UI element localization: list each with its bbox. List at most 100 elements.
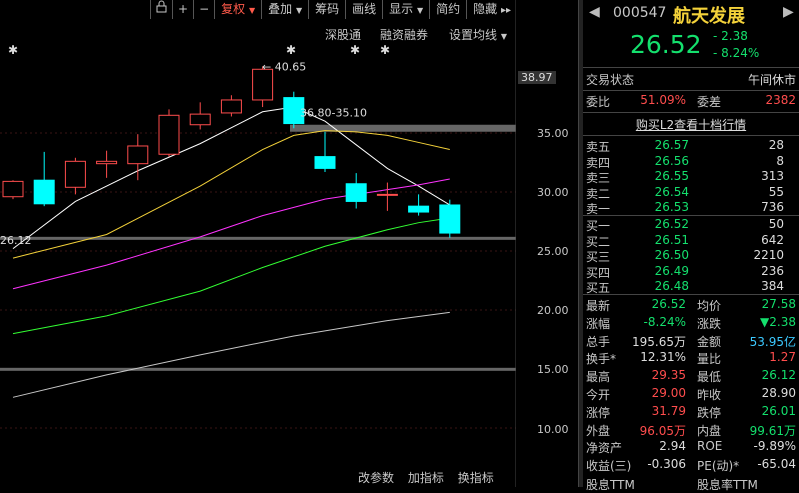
axis-tick: 20.00 [537,304,569,317]
margin-trading-link[interactable]: 融资融券 [380,26,428,43]
level-volume: 28 [768,138,784,152]
dividend-label: 股息TTM [586,478,635,492]
stat-label: 跌停 [697,405,722,420]
level-price[interactable]: 26.49 [655,264,689,278]
event-star-icon[interactable]: ✱ [286,44,296,56]
dropdown-caret-icon: ▼ [248,6,256,15]
stat-value: 27.58 [761,297,796,311]
level-price[interactable]: 26.53 [655,200,689,214]
hide-button[interactable]: 隐藏 ▸▸ [466,0,517,19]
level-price[interactable]: 26.51 [655,233,689,247]
candle-body [64,160,86,188]
edit-params-tab[interactable]: 改参数 [358,471,394,485]
level-price[interactable]: 26.55 [655,169,689,183]
trade-status-row: 交易状态 午间休市 [586,71,796,88]
dropdown-caret-icon: ▼ [295,6,303,15]
level-price[interactable]: 26.56 [655,154,689,168]
stat-label: 涨停 [586,405,611,420]
kline-chart-area[interactable]: ← 40.65 36.80-35.10 26.12 + − 复权 ▼ 叠加 ▼ 筹码… [0,0,578,487]
axis-highlight-label: 38.97 [518,71,556,84]
level-price[interactable]: 26.50 [655,248,689,262]
stat-value: -8.24% [643,314,686,329]
fuquan-button[interactable]: 复权 ▼ [214,0,261,19]
stat-label: 内盘 [697,423,722,438]
overlay-button[interactable]: 叠加 ▼ [261,0,308,19]
event-star-icon[interactable]: ✱ [350,44,360,56]
level-volume: 642 [761,232,784,247]
stat-label: 今开 [586,388,611,402]
weicha-label: 委差 [697,95,722,109]
buy-l2-link[interactable]: 购买L2查看十档行情 [636,118,746,132]
support-band [0,367,516,371]
stat-value: 12.31% [640,350,686,365]
range-annotation: 36.80-35.10 [300,106,367,119]
stat-value: 26.12 [761,368,796,383]
stat-label: PE(动)* [697,459,740,474]
stat-value: 53.95亿 [749,334,796,349]
stat-label: 量比 [697,352,722,367]
last-price: 26.52 [630,30,702,59]
orderbook-row: 卖二 26.54 55 [586,185,796,202]
level-volume: 384 [761,279,784,293]
stat-row: 换手* 12.31% 量比 1.27 [586,350,796,367]
stock-code: 000547 [613,5,667,21]
chips-button[interactable]: 筹码 [308,0,345,19]
ma-settings-link[interactable]: 设置均线 ▼ [449,26,507,43]
candle-body [2,180,24,198]
candle-body [127,145,149,165]
level-label: 卖五 [586,140,611,154]
display-button[interactable]: 显示 ▼ [382,0,429,19]
next-stock-icon[interactable]: ▶ [783,4,794,20]
stat-label: 金额 [697,334,722,349]
stat-row: 净资产 2.94 ROE -9.89% [586,439,796,456]
candle-body [96,160,118,165]
trade-status-label: 交易状态 [586,73,635,87]
level-price[interactable]: 26.54 [655,185,689,199]
dividend-yield-label: 股息率TTM [697,478,758,492]
orderbook-row: 卖四 26.56 8 [586,154,796,171]
level-label: 买三 [586,250,611,264]
level-volume: 55 [768,184,784,199]
stat-label: 涨跌 [697,316,722,331]
stock-name: 航天发展 [673,6,745,27]
simple-button[interactable]: 简约 [429,0,466,19]
orderbook-row: 买一 26.52 50 [586,217,796,234]
level-price[interactable]: 26.52 [655,217,689,231]
stat-value: 99.61万 [749,423,796,438]
dropdown-caret-icon: ▼ [500,32,507,41]
lock-icon[interactable] [150,0,172,19]
stat-label: 总手 [586,334,611,349]
event-star-icon[interactable]: ✱ [8,44,18,56]
price-axis: 38.97 35.00 30.00 25.00 20.00 15.00 10.0… [516,0,578,487]
minus-icon[interactable]: − [193,0,214,19]
hk-connect-link[interactable]: 深股通 [325,26,361,43]
level-volume: 736 [761,200,784,214]
candle-body [158,114,180,155]
axis-tick: 25.00 [537,245,569,258]
divider [583,215,799,216]
level-volume: 313 [761,169,784,183]
level-label: 买四 [586,265,611,280]
stat-row: 外盘 96.05万 内盘 99.61万 [586,422,796,439]
event-star-icon[interactable]: ✱ [380,44,390,56]
level-price[interactable]: 26.48 [655,279,689,293]
divider [583,135,799,136]
level-label: 卖四 [586,155,611,170]
add-indicator-tab[interactable]: 加指标 [408,471,444,485]
level-price[interactable]: 26.57 [655,138,689,152]
axis-tick: 35.00 [537,127,569,140]
candle-body [376,193,398,196]
stat-label: ROE [697,439,723,454]
stat-row: 涨停 31.79 跌停 26.01 [586,404,796,421]
prev-stock-icon[interactable]: ◀ [589,4,600,20]
plus-icon[interactable]: + [172,0,193,19]
stat-row: 今开 29.00 昨收 28.90 [586,386,796,403]
orderbook-row: 买二 26.51 642 [586,233,796,250]
draw-line-button[interactable]: 画线 [345,0,382,19]
stat-label: 涨幅 [586,316,611,331]
stat-value: -0.306 [647,457,686,472]
level-label: 卖三 [586,171,611,185]
switch-indicator-tab[interactable]: 换指标 [458,471,494,485]
candle-body [439,204,461,234]
kline-chart[interactable]: ← 40.65 36.80-35.10 26.12 [0,0,516,487]
